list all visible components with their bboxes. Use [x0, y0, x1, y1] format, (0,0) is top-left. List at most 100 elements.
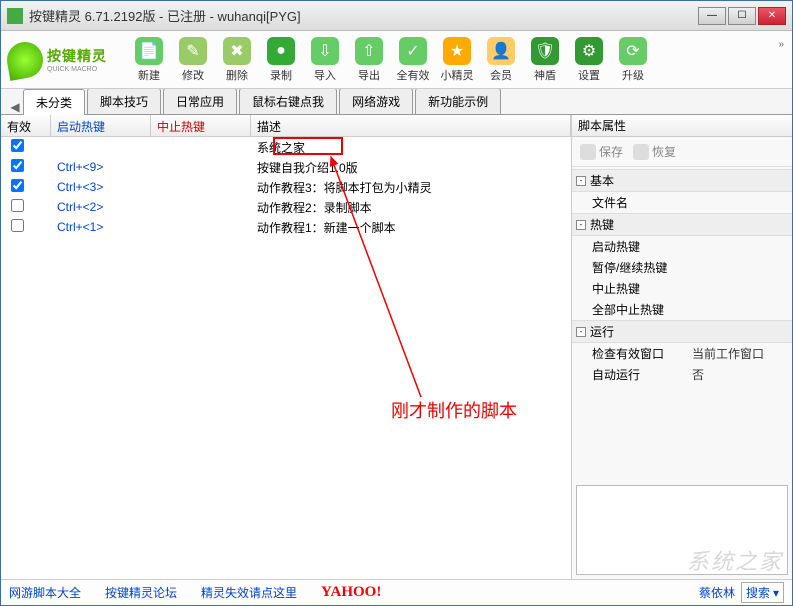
save-button[interactable]: 保存 [580, 143, 623, 160]
collapse-icon[interactable]: - [576, 176, 586, 186]
toolbar-全有效[interactable]: ✓全有效 [391, 35, 435, 85]
table-row[interactable]: Ctrl+<9> 按键自我介绍1.0版 [1, 157, 571, 177]
tab-scroll-left-icon[interactable]: ◀ [7, 100, 23, 114]
tab-鼠标右键点我[interactable]: 鼠标右键点我 [239, 88, 337, 114]
row-description: 动作教程3：将脚本打包为小精灵 [251, 177, 571, 198]
prop-value [692, 259, 788, 276]
toolbar-label: 全有效 [397, 67, 430, 83]
prop-row[interactable]: 全部中止热键 [572, 299, 792, 320]
row-checkbox[interactable] [11, 139, 24, 152]
toolbar-小精灵[interactable]: ★ 小精灵 [435, 35, 479, 85]
toolbar-icon: 🛡 [531, 37, 559, 65]
toolbar-设置[interactable]: ⚙设置 [567, 35, 611, 85]
properties-title: 脚本属性 [572, 115, 792, 137]
titlebar: 按键精灵 6.71.2192版 - 已注册 - wuhanqi[PYG] — ☐… [1, 1, 792, 31]
toolbar-label: 小精灵 [441, 67, 474, 83]
maximize-button[interactable]: ☐ [728, 7, 756, 25]
toolbar-overflow-icon[interactable]: » [778, 39, 784, 50]
prop-group-运行[interactable]: -运行 [572, 320, 792, 343]
table-row[interactable]: 系统之家 [1, 137, 571, 157]
toolbar-label: 录制 [270, 67, 292, 83]
toolbar-icon: ⚙ [575, 37, 603, 65]
prop-key: 中止热键 [592, 280, 692, 297]
table-row[interactable]: Ctrl+<3> 动作教程3：将脚本打包为小精灵 [1, 177, 571, 197]
yahoo-logo[interactable]: YAHOO! [321, 584, 381, 601]
toolbar-icon: ✎ [179, 37, 207, 65]
table-row[interactable]: Ctrl+<2> 动作教程2：录制脚本 [1, 197, 571, 217]
logo-icon [4, 39, 46, 81]
prop-row[interactable]: 中止热键 [572, 278, 792, 299]
toolbar-label: 会员 [490, 67, 512, 83]
prop-group-热键[interactable]: -热键 [572, 213, 792, 236]
toolbar-删除[interactable]: ✖删除 [215, 35, 259, 85]
col-start-hotkey[interactable]: 启动热键 [51, 115, 151, 136]
row-stop-hotkey [151, 225, 251, 229]
toolbar-录制[interactable]: ●录制 [259, 35, 303, 85]
toolbar-神盾[interactable]: 🛡 神盾 [523, 35, 567, 85]
prop-value: 否 [692, 366, 788, 383]
toolbar-会员[interactable]: 👤会员 [479, 35, 523, 85]
toolbar-导出[interactable]: ⇧ 导出 [347, 35, 391, 85]
row-stop-hotkey [151, 185, 251, 189]
row-checkbox[interactable] [11, 159, 24, 172]
col-valid[interactable]: 有效 [1, 115, 51, 136]
col-description[interactable]: 描述 [251, 115, 571, 136]
status-link-scripts[interactable]: 网游脚本大全 [9, 584, 81, 601]
status-name[interactable]: 蔡依林 [699, 584, 735, 601]
prop-value [692, 301, 788, 318]
tab-未分类[interactable]: 未分类 [23, 89, 85, 115]
statusbar: 网游脚本大全 按键精灵论坛 精灵失效请点这里 YAHOO! 蔡依林 搜索 ▾ [1, 579, 792, 605]
toolbar: 按键精灵 QUICK MACRO 📄新建✎修改✖删除●录制⇩导入⇧导出✓全有效★… [1, 31, 792, 89]
annotation-label: 刚才制作的脚本 [391, 397, 517, 423]
app-icon [7, 8, 23, 24]
close-button[interactable]: ✕ [758, 7, 786, 25]
tab-脚本技巧[interactable]: 脚本技巧 [87, 88, 161, 114]
toolbar-icon: ⇧ [355, 37, 383, 65]
prop-key: 全部中止热键 [592, 301, 692, 318]
status-link-forum[interactable]: 按键精灵论坛 [105, 584, 177, 601]
prop-row[interactable]: 自动运行否 [572, 364, 792, 385]
search-dropdown[interactable]: 搜索 ▾ [741, 582, 784, 603]
row-start-hotkey: Ctrl+<9> [51, 158, 151, 176]
prop-row[interactable]: 检查有效窗口当前工作窗口 [572, 343, 792, 364]
dropdown-icon: ▾ [773, 586, 779, 600]
row-description: 动作教程1：新建一个脚本 [251, 217, 571, 238]
collapse-icon[interactable]: - [576, 220, 586, 230]
row-stop-hotkey [151, 165, 251, 169]
prop-value: 当前工作窗口 [692, 345, 788, 362]
toolbar-label: 新建 [138, 67, 160, 83]
row-description: 动作教程2：录制脚本 [251, 197, 571, 218]
toolbar-icon: ★ [443, 37, 471, 65]
logo-text-cn: 按键精灵 [47, 46, 107, 66]
prop-group-基本[interactable]: -基本 [572, 169, 792, 192]
description-textarea[interactable] [576, 485, 788, 575]
window-title: 按键精灵 6.71.2192版 - 已注册 - wuhanqi[PYG] [29, 6, 698, 25]
toolbar-新建[interactable]: 📄 新建 [127, 35, 171, 85]
toolbar-导入[interactable]: ⇩导入 [303, 35, 347, 85]
toolbar-icon: ⟳ [619, 37, 647, 65]
toolbar-icon: 📄 [135, 37, 163, 65]
restore-button[interactable]: 恢复 [633, 143, 676, 160]
logo: 按键精灵 QUICK MACRO [7, 36, 127, 84]
prop-row[interactable]: 暂停/继续热键 [572, 257, 792, 278]
row-checkbox[interactable] [11, 179, 24, 192]
table-row[interactable]: Ctrl+<1> 动作教程1：新建一个脚本 [1, 217, 571, 237]
row-checkbox[interactable] [11, 199, 24, 212]
prop-row[interactable]: 启动热键 [572, 236, 792, 257]
prop-row[interactable]: 文件名 [572, 192, 792, 213]
tab-日常应用[interactable]: 日常应用 [163, 88, 237, 114]
toolbar-label: 导出 [358, 67, 380, 83]
toolbar-修改[interactable]: ✎修改 [171, 35, 215, 85]
tab-新功能示例[interactable]: 新功能示例 [415, 88, 501, 114]
row-checkbox[interactable] [11, 219, 24, 232]
row-start-hotkey [51, 145, 151, 149]
collapse-icon[interactable]: - [576, 327, 586, 337]
restore-icon [633, 144, 649, 160]
tabbar: ◀ 未分类脚本技巧日常应用鼠标右键点我网络游戏新功能示例 [1, 89, 792, 115]
minimize-button[interactable]: — [698, 7, 726, 25]
toolbar-升级[interactable]: ⟳升级 [611, 35, 655, 85]
status-link-help[interactable]: 精灵失效请点这里 [201, 584, 297, 601]
toolbar-label: 神盾 [534, 67, 556, 83]
col-stop-hotkey[interactable]: 中止热键 [151, 115, 251, 136]
tab-网络游戏[interactable]: 网络游戏 [339, 88, 413, 114]
